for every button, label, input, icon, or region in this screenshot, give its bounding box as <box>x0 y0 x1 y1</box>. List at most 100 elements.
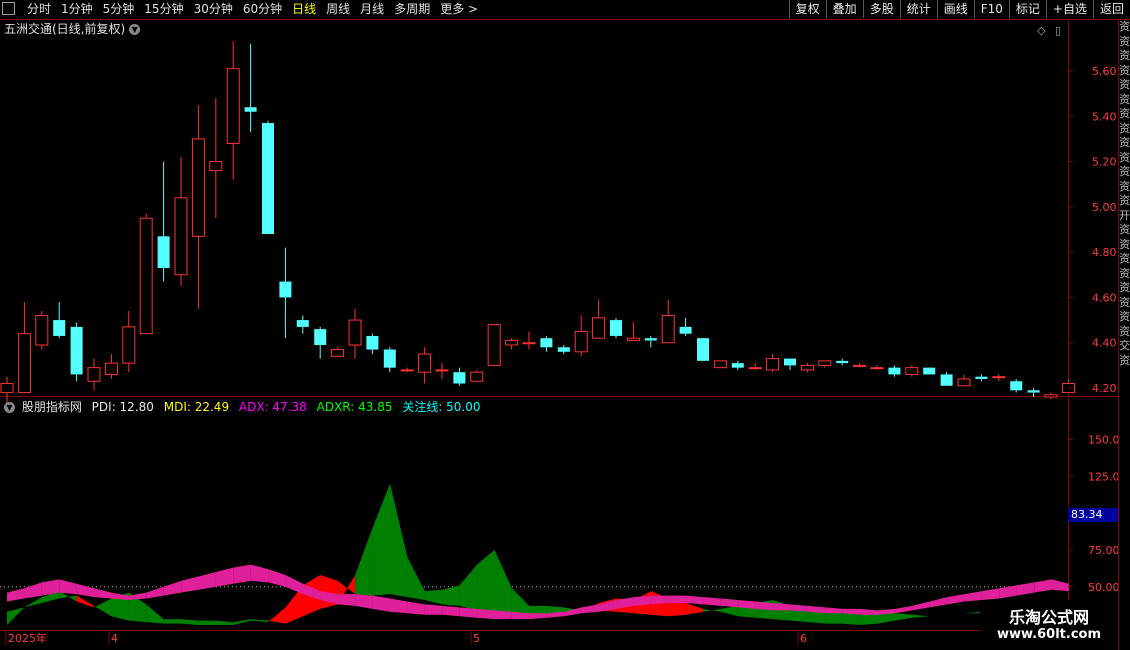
candle-body <box>262 123 274 235</box>
adxr-label: ADXR: 43.85 <box>316 400 393 414</box>
candle-body <box>70 326 83 375</box>
side-label[interactable]: 资 <box>1119 93 1130 108</box>
y-tick-label: 4.60 <box>1092 291 1117 304</box>
candle-body <box>366 335 379 350</box>
adx-band <box>633 595 652 606</box>
side-label[interactable]: 资 <box>1119 252 1130 267</box>
adx-band <box>494 610 512 620</box>
candle-body <box>610 320 622 336</box>
adx-band <box>860 608 878 615</box>
candle-body <box>731 363 744 368</box>
side-label[interactable]: 交 <box>1119 339 1130 354</box>
y-tick-label: 5.20 <box>1092 156 1117 169</box>
side-label[interactable]: 资 <box>1119 325 1130 340</box>
chevron-down-icon[interactable]: ▼ <box>129 24 141 35</box>
adx-band <box>390 598 408 614</box>
focus-line-label: 关注线: 50.00 <box>402 400 481 414</box>
di-band <box>76 595 95 608</box>
side-label[interactable]: 资 <box>1119 267 1130 282</box>
candle-body <box>17 333 31 394</box>
di-band <box>459 564 478 611</box>
candle-body <box>836 360 849 364</box>
side-panel-strip[interactable]: 资资资资资资资资资资资资资开资资资资资资资资交资 <box>1118 20 1130 650</box>
di-band <box>494 549 512 617</box>
candle-body <box>87 367 101 382</box>
side-label[interactable]: 资 <box>1119 180 1130 195</box>
side-label[interactable]: 资 <box>1119 151 1130 166</box>
side-label[interactable]: 资 <box>1119 20 1130 35</box>
di-band <box>7 607 25 626</box>
side-label[interactable]: 资 <box>1119 78 1130 93</box>
candle-body <box>557 347 570 352</box>
di-band <box>442 585 460 606</box>
adx-band <box>685 595 704 605</box>
side-label[interactable]: 开 <box>1119 209 1130 224</box>
candle-body <box>748 367 762 370</box>
candle-body <box>679 326 692 334</box>
x-tick-label: 2025年 <box>8 631 47 645</box>
candle-body <box>957 378 971 387</box>
adx-band <box>477 608 495 620</box>
side-label[interactable]: 资 <box>1119 281 1130 296</box>
candle-body <box>923 367 936 375</box>
candle-body <box>992 376 1006 379</box>
adx-band <box>1016 582 1035 596</box>
adx-band <box>1051 579 1069 592</box>
indicator-name: 股朋指标网 <box>21 400 82 414</box>
side-label[interactable]: 资 <box>1119 354 1130 369</box>
candle-body <box>626 337 640 341</box>
adx-band <box>233 564 251 584</box>
candle-body <box>104 362 118 375</box>
adx-band <box>198 572 216 590</box>
side-label[interactable]: 资 <box>1119 64 1130 79</box>
candle-body <box>784 358 796 366</box>
adx-band <box>337 594 356 606</box>
candle-body <box>644 338 657 341</box>
di-band <box>215 620 234 626</box>
watermark-title: 乐淘公式网 <box>1008 608 1089 627</box>
candle-body <box>122 326 136 364</box>
side-label[interactable]: 资 <box>1119 238 1130 253</box>
di-band <box>24 597 42 608</box>
side-label[interactable]: 资 <box>1119 136 1130 151</box>
candle-body <box>905 367 919 375</box>
panel-toggle-icon[interactable]: ▯ <box>1055 24 1061 37</box>
side-label[interactable]: 资 <box>1119 165 1130 180</box>
adx-band <box>1034 579 1052 593</box>
candle-body <box>435 369 449 372</box>
side-label[interactable]: 资 <box>1119 107 1130 122</box>
candle-body <box>713 360 727 369</box>
candle-body <box>453 372 466 384</box>
candle-body <box>975 376 988 379</box>
adx-band <box>372 595 391 612</box>
adx-band <box>407 601 425 615</box>
side-label[interactable]: 资 <box>1119 49 1130 64</box>
side-label[interactable]: 资 <box>1119 310 1130 325</box>
adx-band <box>146 586 164 599</box>
candle-body <box>383 349 396 368</box>
side-label[interactable]: 资 <box>1119 296 1130 311</box>
side-label[interactable]: 资 <box>1119 122 1130 137</box>
adx-band <box>894 605 913 614</box>
candle-body <box>0 383 14 394</box>
stock-chart[interactable]: 5.605.405.205.004.804.604.404.20150.0012… <box>0 0 1130 650</box>
adx-band <box>76 583 95 598</box>
candle-body <box>697 338 709 361</box>
di-band <box>198 620 216 626</box>
chevron-down-icon[interactable]: ▼ <box>4 402 15 413</box>
adx-band <box>442 605 460 617</box>
candle-body <box>592 317 606 339</box>
adx-band <box>947 594 965 605</box>
candle-body <box>487 324 501 366</box>
side-label[interactable]: 资 <box>1119 194 1130 209</box>
candle-body <box>505 339 519 346</box>
candle-body <box>331 349 345 357</box>
ind-tick-label: 50.00 <box>1088 581 1120 594</box>
side-label[interactable]: 资 <box>1119 35 1130 50</box>
candle-body <box>157 236 170 268</box>
x-tick-label: 5 <box>473 632 480 645</box>
diamond-icon[interactable]: ◇ <box>1037 24 1045 37</box>
adx-band <box>7 588 25 602</box>
side-label[interactable]: 资 <box>1119 223 1130 238</box>
watermark-url: www.60lt.com <box>996 627 1102 642</box>
